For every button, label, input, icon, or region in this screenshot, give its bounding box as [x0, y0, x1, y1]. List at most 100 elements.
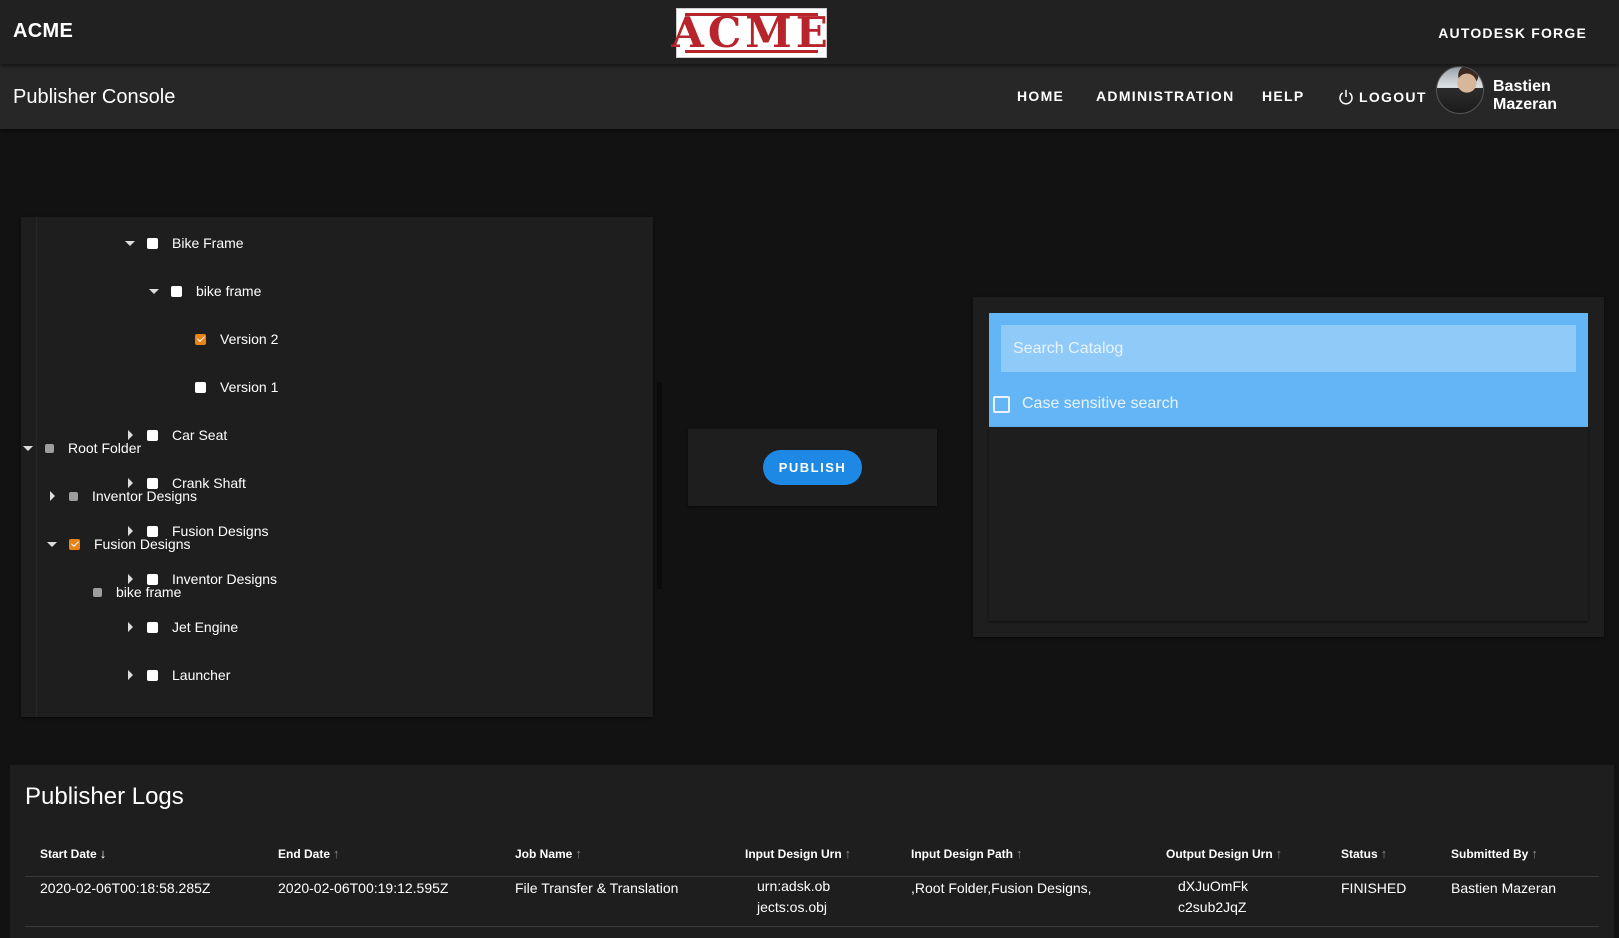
chevron-down-icon[interactable] [18, 438, 38, 458]
node-label: Launcher [172, 667, 231, 683]
publish-card: PUBLISH [688, 429, 937, 506]
column-header-label: Submitted By [1451, 846, 1529, 861]
node-label: Bike Frame [172, 235, 244, 251]
column-header-label: Status [1341, 846, 1378, 861]
table-cell-output-urn-line2: c2sub2JqZ [1178, 899, 1247, 915]
table-cell-status: FINISHED [1341, 880, 1407, 896]
sort-arrow-up-icon: ↑ [1016, 846, 1023, 861]
scrollbar-thumb[interactable] [657, 382, 662, 589]
column-header[interactable]: Start Date ↓ [40, 846, 106, 861]
node-label: Jet Engine [172, 619, 239, 635]
node-checkbox[interactable] [195, 333, 206, 345]
tree-node[interactable]: bike frame [144, 279, 261, 303]
checkbox-icon [993, 395, 1010, 413]
tree-node[interactable]: Fusion Designs [42, 532, 191, 556]
column-header-label: Job Name [515, 846, 573, 861]
node-checkbox[interactable] [147, 621, 158, 633]
source-tree-panel: Bike Frame bike frame Version 2 Version 1 Ca… [21, 217, 653, 717]
case-sensitive-label: Case sensitive search [1022, 395, 1179, 412]
node-label: Version 1 [220, 379, 279, 395]
brand-name: ACME [13, 20, 74, 42]
avatar[interactable] [1436, 66, 1484, 114]
node-checkbox[interactable] [69, 538, 80, 550]
column-header[interactable]: Submitted By ↑ [1451, 846, 1538, 861]
tree-node[interactable]: bike frame [66, 580, 181, 604]
node-label: bike frame [196, 283, 262, 299]
node-checkbox[interactable] [45, 443, 54, 453]
catalog-search-area: Case sensitive search [989, 313, 1588, 427]
catalog-search-input[interactable] [1001, 325, 1576, 372]
table-cell-end-date: 2020-02-06T00:19:12.595Z [278, 880, 449, 896]
table-cell-input-urn-line1: urn:adsk.ob [757, 878, 831, 894]
catalog-panel: Case sensitive search Root Folder Invento… [45, 297, 1604, 637]
tree-node[interactable]: Launcher [120, 663, 230, 687]
power-icon [1339, 89, 1353, 105]
chevron-right-icon[interactable] [120, 617, 140, 637]
chevron-down-icon[interactable] [144, 281, 164, 301]
column-header[interactable]: End Date ↑ [278, 846, 340, 861]
logout-label: LOGOUT [1359, 89, 1427, 105]
tree-node[interactable]: Inventor Designs [42, 484, 197, 508]
tree-node[interactable]: Version 2 [168, 327, 278, 351]
sort-arrow-up-icon: ↑ [575, 846, 582, 861]
nav-home-button[interactable]: HOME [1017, 88, 1064, 104]
chevron-down-icon[interactable] [120, 233, 140, 253]
table-cell-input-urn-line2: jects:os.obj [757, 899, 828, 915]
sort-arrow-down-icon: ↓ [99, 846, 107, 861]
tree-node[interactable]: Root Folder [18, 436, 141, 460]
logo-text: ACME [671, 8, 832, 57]
column-header-label: Input Design Path [911, 846, 1013, 861]
row-divider [25, 926, 1599, 927]
logs-title: Publisher Logs [25, 783, 184, 810]
table-cell-start-date: 2020-02-06T00:18:58.285Z [40, 880, 211, 896]
node-checkbox[interactable] [195, 381, 206, 393]
publisher-logs-panel: Publisher Logs Start Date ↓ End Date ↑ Job N… [10, 765, 1614, 938]
node-label: Root Folder [68, 440, 142, 456]
tree-node[interactable]: Version 1 [168, 375, 278, 399]
column-header-label: End Date [278, 846, 331, 861]
top-app-bar: ACME ACME AUTODESK FORGE [0, 0, 1619, 64]
logout-button[interactable]: LOGOUT [1337, 88, 1427, 106]
user-name[interactable]: Bastien Mazeran [1493, 78, 1619, 114]
sort-arrow-up-icon: ↑ [1380, 846, 1388, 861]
column-header[interactable]: Status ↑ [1341, 846, 1387, 861]
nav-administration-button[interactable]: ADMINISTRATION [1096, 88, 1235, 104]
node-checkbox[interactable] [147, 237, 158, 249]
sort-arrow-up-icon: ↑ [1531, 846, 1538, 861]
nav-help-button[interactable]: HELP [1262, 88, 1305, 104]
chevron-right-icon[interactable] [42, 486, 62, 506]
table-cell-submitted-by: Bastien Mazeran [1451, 880, 1557, 896]
node-checkbox[interactable] [147, 429, 158, 441]
column-header[interactable]: Input Design Urn ↑ [745, 846, 851, 861]
column-header[interactable]: Input Design Path ↑ [911, 846, 1023, 861]
sort-arrow-up-icon: ↑ [1275, 846, 1283, 861]
node-checkbox[interactable] [147, 669, 158, 681]
sort-arrow-up-icon: ↑ [333, 846, 340, 861]
node-label: Inventor Designs [92, 488, 198, 504]
column-header[interactable]: Output Design Urn ↑ [1166, 846, 1282, 861]
case-sensitive-checkbox[interactable]: Case sensitive search [993, 395, 1179, 413]
tree-node[interactable]: Jet Engine [120, 615, 238, 639]
acme-logo: ACME [671, 8, 828, 58]
publish-button[interactable]: PUBLISH [763, 450, 862, 485]
table-cell-input-path: ,Root Folder,Fusion Designs, [911, 880, 1092, 896]
chevron-down-icon[interactable] [42, 534, 62, 554]
node-checkbox[interactable] [93, 587, 102, 597]
node-label: bike frame [116, 584, 182, 600]
page-title: Publisher Console [13, 86, 176, 108]
node-label: Inventor Designs [172, 571, 278, 587]
node-label: Version 2 [220, 331, 279, 347]
tree-node[interactable]: Bike Frame [120, 231, 244, 255]
autodesk-forge-label[interactable]: AUTODESK FORGE [1438, 25, 1587, 41]
sort-arrow-up-icon: ↑ [844, 846, 852, 861]
catalog-tree: Root Folder Inventor Designs Fusion Design… [45, 427, 1588, 621]
node-label: Car Seat [172, 427, 228, 443]
column-header-label: Start Date [40, 846, 97, 861]
node-checkbox[interactable] [171, 285, 182, 297]
node-checkbox[interactable] [69, 491, 78, 501]
column-header[interactable]: Job Name ↑ [515, 846, 582, 861]
chevron-right-icon[interactable] [120, 665, 140, 685]
